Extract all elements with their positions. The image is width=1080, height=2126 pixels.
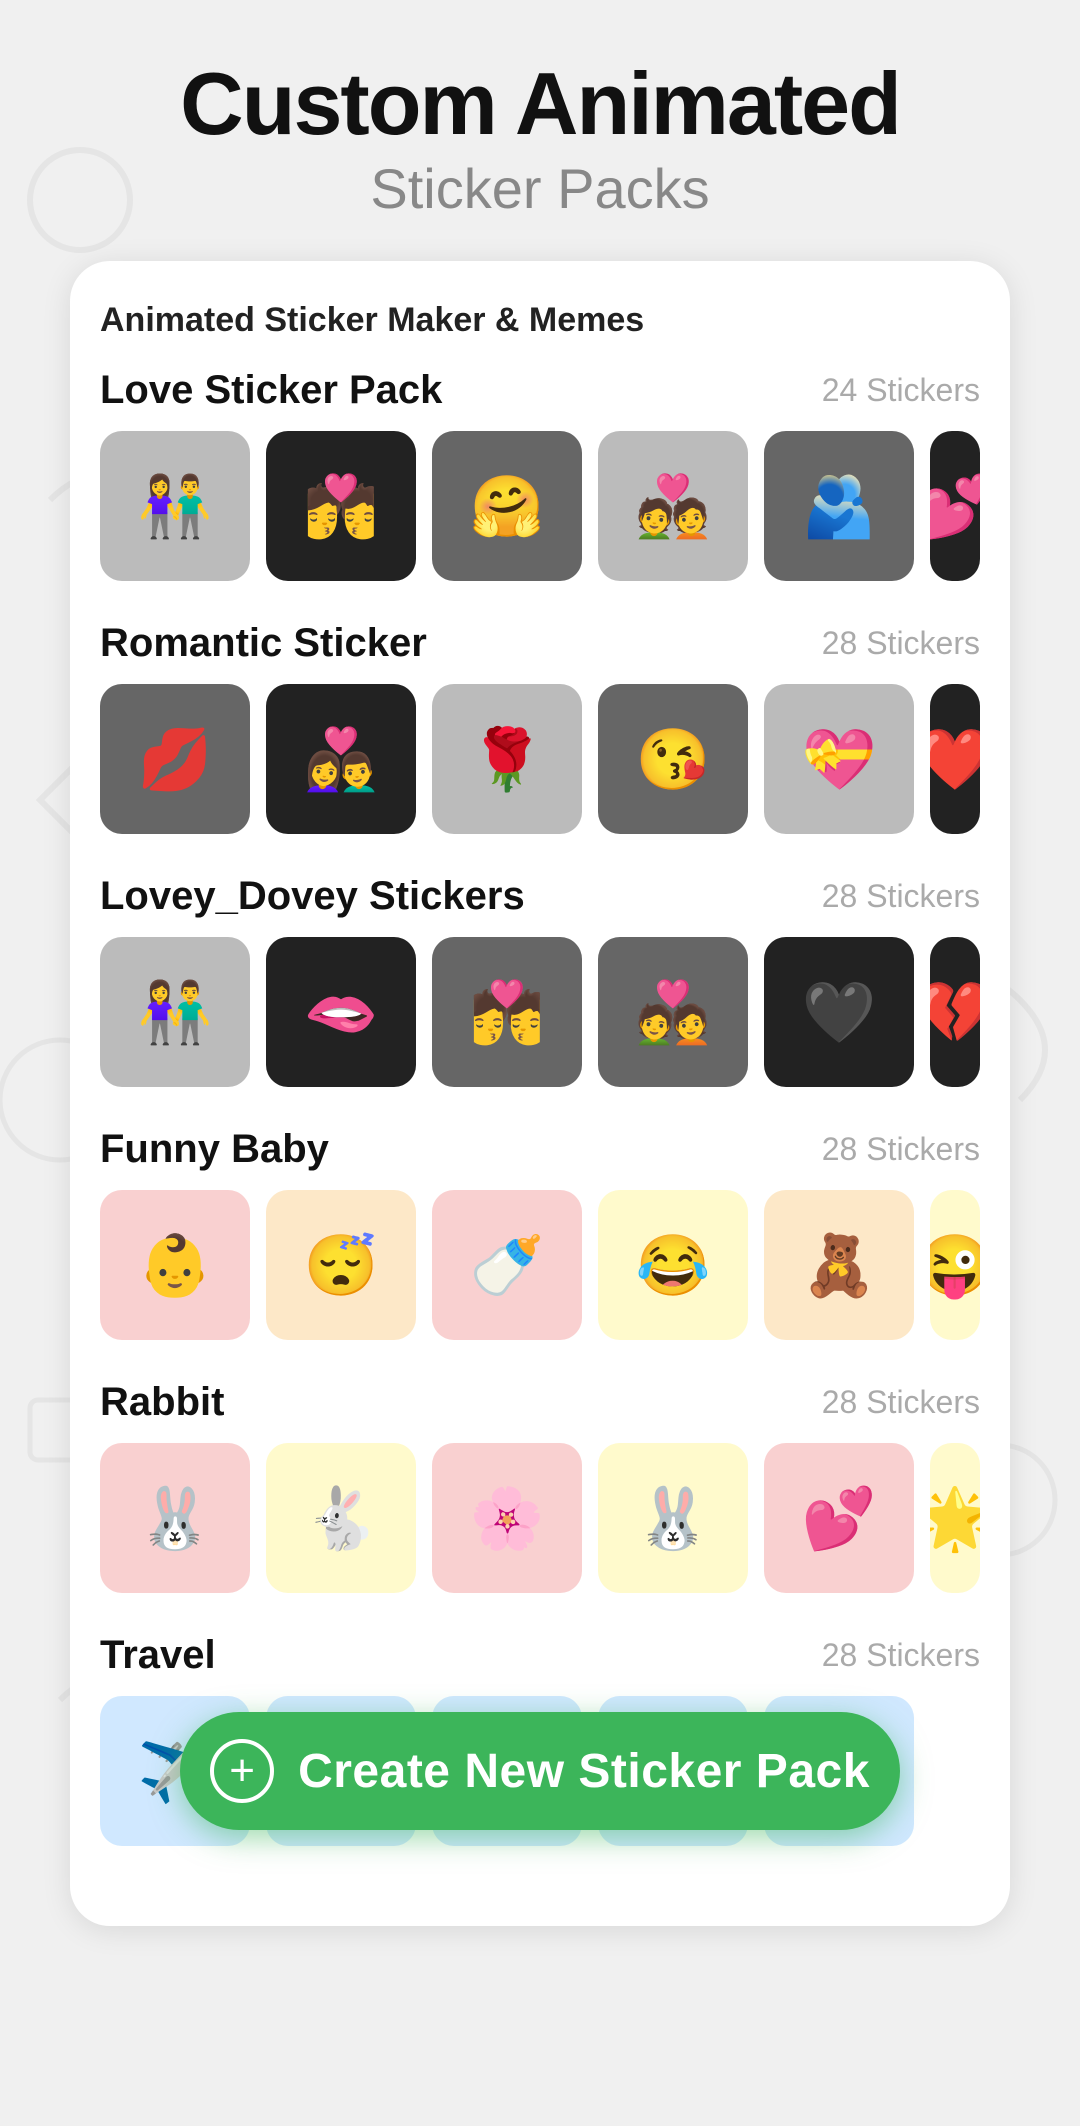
sticker-baby-2[interactable]: 😴 — [266, 1190, 416, 1340]
sticker-row-lovey: 👫 🫦 💏 💑 🖤 💔 — [100, 937, 980, 1087]
sticker-baby-1[interactable]: 👶 — [100, 1190, 250, 1340]
page-title-sub: Sticker Packs — [370, 156, 709, 221]
pack-title-travel: Travel — [100, 1633, 216, 1678]
sticker-romantic-6[interactable]: ❤️ — [930, 684, 980, 834]
pack-title-love: Love Sticker Pack — [100, 368, 442, 413]
sticker-row-funny-baby: 👶 😴 🍼 😂 🧸 😜 — [100, 1190, 980, 1340]
pack-section-love[interactable]: Love Sticker Pack 24 Stickers 👫 💏 🤗 💑 🫂 — [100, 368, 980, 581]
plus-icon: + — [210, 1739, 274, 1803]
sticker-baby-6[interactable]: 😜 — [930, 1190, 980, 1340]
pack-section-funny-baby[interactable]: Funny Baby 28 Stickers 👶 😴 🍼 😂 🧸 — [100, 1127, 980, 1340]
sticker-rabbit-2[interactable]: 🐇 — [266, 1443, 416, 1593]
sticker-rabbit-6[interactable]: 🌟 — [930, 1443, 980, 1593]
sticker-baby-3[interactable]: 🍼 — [432, 1190, 582, 1340]
app-card: Animated Sticker Maker & Memes Love Stic… — [70, 261, 1010, 1926]
pack-count-funny-baby: 28 Stickers — [822, 1131, 980, 1168]
sticker-rabbit-1[interactable]: 🐰 — [100, 1443, 250, 1593]
pack-count-love: 24 Stickers — [822, 372, 980, 409]
pack-section-rabbit[interactable]: Rabbit 28 Stickers 🐰 🐇 🌸 🐰 💕 — [100, 1380, 980, 1593]
sticker-romantic-4[interactable]: 😘 — [598, 684, 748, 834]
sticker-baby-4[interactable]: 😂 — [598, 1190, 748, 1340]
sticker-row-romantic: 💋 👩‍❤️‍👨 🌹 😘 💝 ❤️ — [100, 684, 980, 834]
pack-section-lovey[interactable]: Lovey_Dovey Stickers 28 Stickers 👫 🫦 💏 💑… — [100, 874, 980, 1087]
sticker-romantic-1[interactable]: 💋 — [100, 684, 250, 834]
sticker-rabbit-5[interactable]: 💕 — [764, 1443, 914, 1593]
sticker-lovey-1[interactable]: 👫 — [100, 937, 250, 1087]
create-sticker-pack-button[interactable]: + Create New Sticker Pack — [180, 1712, 900, 1830]
sticker-rabbit-3[interactable]: 🌸 — [432, 1443, 582, 1593]
sticker-love-4[interactable]: 💑 — [598, 431, 748, 581]
sticker-row-rabbit: 🐰 🐇 🌸 🐰 💕 🌟 — [100, 1443, 980, 1593]
sticker-love-5[interactable]: 🫂 — [764, 431, 914, 581]
sticker-romantic-3[interactable]: 🌹 — [432, 684, 582, 834]
sticker-love-6[interactable]: 💕 — [930, 431, 980, 581]
pack-title-romantic: Romantic Sticker — [100, 621, 427, 666]
sticker-love-1[interactable]: 👫 — [100, 431, 250, 581]
app-name: Animated Sticker Maker & Memes — [100, 301, 980, 340]
pack-title-rabbit: Rabbit — [100, 1380, 224, 1425]
pack-count-romantic: 28 Stickers — [822, 625, 980, 662]
sticker-baby-5[interactable]: 🧸 — [764, 1190, 914, 1340]
cta-container: + Create New Sticker Pack — [180, 1712, 900, 1830]
sticker-lovey-2[interactable]: 🫦 — [266, 937, 416, 1087]
sticker-lovey-4[interactable]: 💑 — [598, 937, 748, 1087]
pack-count-lovey: 28 Stickers — [822, 878, 980, 915]
page-title-main: Custom Animated — [180, 60, 900, 148]
pack-title-lovey: Lovey_Dovey Stickers — [100, 874, 525, 919]
sticker-romantic-2[interactable]: 👩‍❤️‍👨 — [266, 684, 416, 834]
cta-label: Create New Sticker Pack — [298, 1744, 870, 1799]
sticker-row-love: 👫 💏 🤗 💑 🫂 💕 — [100, 431, 980, 581]
pack-count-travel: 28 Stickers — [822, 1637, 980, 1674]
pack-title-funny-baby: Funny Baby — [100, 1127, 329, 1172]
sticker-love-2[interactable]: 💏 — [266, 431, 416, 581]
pack-count-rabbit: 28 Stickers — [822, 1384, 980, 1421]
sticker-lovey-6[interactable]: 💔 — [930, 937, 980, 1087]
sticker-romantic-5[interactable]: 💝 — [764, 684, 914, 834]
sticker-love-3[interactable]: 🤗 — [432, 431, 582, 581]
sticker-lovey-3[interactable]: 💏 — [432, 937, 582, 1087]
sticker-rabbit-4[interactable]: 🐰 — [598, 1443, 748, 1593]
sticker-lovey-5[interactable]: 🖤 — [764, 937, 914, 1087]
pack-section-romantic[interactable]: Romantic Sticker 28 Stickers 💋 👩‍❤️‍👨 🌹 … — [100, 621, 980, 834]
